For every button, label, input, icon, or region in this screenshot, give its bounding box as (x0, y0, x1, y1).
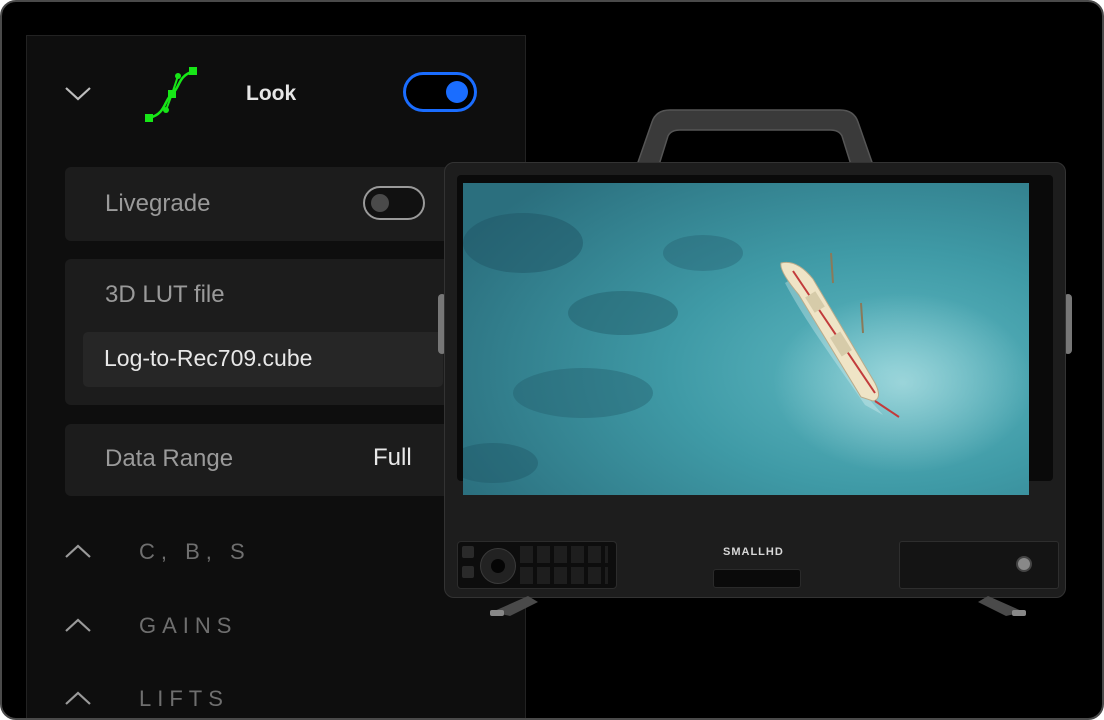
lut-label: 3D LUT file (105, 281, 225, 308)
look-title: Look (246, 82, 297, 105)
monitor-control-keypad (457, 541, 617, 589)
section-label: LIFTS (139, 686, 229, 711)
monitor-handle (634, 109, 876, 169)
chevron-up-icon (65, 618, 91, 632)
lut-file-field[interactable]: Log-to-Rec709.cube (83, 332, 443, 387)
monitor-slot (713, 569, 801, 588)
section-cbs[interactable]: C, B, S (63, 533, 363, 573)
data-range-row[interactable]: Data Range Full (65, 424, 485, 496)
back-button (462, 566, 474, 578)
look-toggle[interactable] (403, 72, 477, 112)
monitor-indicator (1016, 556, 1032, 572)
numeric-keys (520, 546, 608, 584)
livegrade-toggle[interactable] (363, 186, 425, 220)
toggle-knob (446, 81, 468, 103)
monitor-bezel: SMALLHD (444, 162, 1066, 598)
section-gains[interactable]: GAINS (63, 607, 363, 647)
chevron-up-icon (65, 544, 91, 558)
monitor-foot-left (490, 596, 538, 616)
monitor-image: SMALLHD (438, 108, 1078, 620)
data-range-label: Data Range (105, 445, 234, 472)
toggle-knob (371, 194, 389, 212)
livegrade-row[interactable]: Livegrade (65, 167, 485, 241)
chevron-down-icon[interactable] (63, 78, 93, 108)
app-frame: Look Livegrade 3D LUT file Log-to-Rec709… (0, 0, 1104, 720)
monitor-brand-logo: SMALLHD (723, 546, 784, 558)
jog-wheel (480, 548, 516, 584)
chevron-up-icon (65, 691, 91, 705)
power-button (462, 546, 474, 558)
section-lifts[interactable]: LIFTS (63, 680, 363, 718)
livegrade-label: Livegrade (105, 190, 211, 217)
lut-file-value: Log-to-Rec709.cube (104, 345, 313, 371)
monitor-screen-image (463, 183, 1029, 495)
monitor-foot-right (978, 596, 1026, 616)
data-range-value: Full (373, 444, 412, 471)
lut-card: 3D LUT file Log-to-Rec709.cube (65, 259, 485, 405)
monitor-speaker (899, 541, 1059, 589)
section-label: GAINS (139, 613, 238, 638)
section-label: C, B, S (139, 539, 251, 564)
curves-icon (145, 67, 197, 122)
